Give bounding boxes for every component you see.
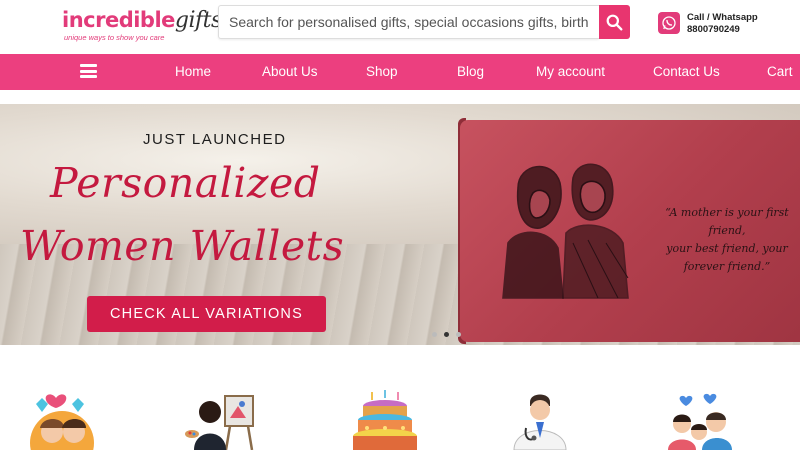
nav-item-blog[interactable]: Blog [457,64,484,79]
category-art[interactable] [180,388,260,455]
hero-banner[interactable]: JUST LAUNCHED Personalized Women Wallets… [0,104,800,345]
contact-label: Call / Whatsapp [687,12,758,23]
contact-info: Call / Whatsapp 8800790249 [687,12,758,36]
quote-line-2: your best friend, your [666,242,788,255]
wallet-quote: “A mother is your first friend, your bes… [647,204,800,276]
check-variations-button[interactable]: CHECK ALL VARIATIONS [87,296,326,332]
banner-title-line2: Women Wallets [20,222,345,270]
search-button[interactable] [599,5,630,39]
nav-item-my-account[interactable]: My account [536,64,605,79]
family-icon [668,393,732,450]
wedding-couple-icon [30,394,94,455]
main-nav: Home About Us Shop Blog My account Conta… [0,54,800,90]
quote-line-1: “A mother is your first friend, [665,206,789,237]
site-header: incrediblegifts unique ways to show you … [0,0,800,54]
banner-eyebrow: JUST LAUNCHED [143,131,287,148]
category-doctor[interactable] [500,388,580,455]
birthday-cake-icon [353,390,417,450]
slider-dot-active[interactable] [444,332,449,337]
quote-line-3: forever friend.” [683,260,771,273]
slider-dot[interactable] [456,332,461,337]
doctor-icon [513,394,567,451]
site-logo[interactable]: incrediblegifts unique ways to show you … [62,6,222,48]
banner-title-line1: Personalized [50,159,321,207]
contact-number[interactable]: 8800790249 [687,24,758,36]
nav-item-about-us[interactable]: About Us [262,64,318,79]
category-family[interactable] [660,388,740,455]
nav-item-home[interactable]: Home [175,64,211,79]
nav-item-contact-us[interactable]: Contact Us [653,64,720,79]
search-input[interactable] [219,6,599,38]
category-birthday[interactable] [345,388,425,455]
search-icon [606,14,623,30]
logo-gifts-text: gifts [174,8,222,33]
logo-main-text: incredible [62,8,175,32]
whatsapp-icon[interactable] [658,12,680,34]
search-box [218,5,599,39]
slider-dot[interactable] [432,332,437,337]
painter-icon [185,395,254,451]
category-wedding[interactable] [22,388,102,455]
logo-tagline: unique ways to show you care [64,33,165,42]
nav-item-shop[interactable]: Shop [366,64,398,79]
nav-item-cart[interactable]: Cart [767,64,793,79]
menu-icon[interactable] [80,64,97,78]
engraved-portrait-image [502,163,629,299]
logo-wordmark: incrediblegifts [62,8,222,33]
